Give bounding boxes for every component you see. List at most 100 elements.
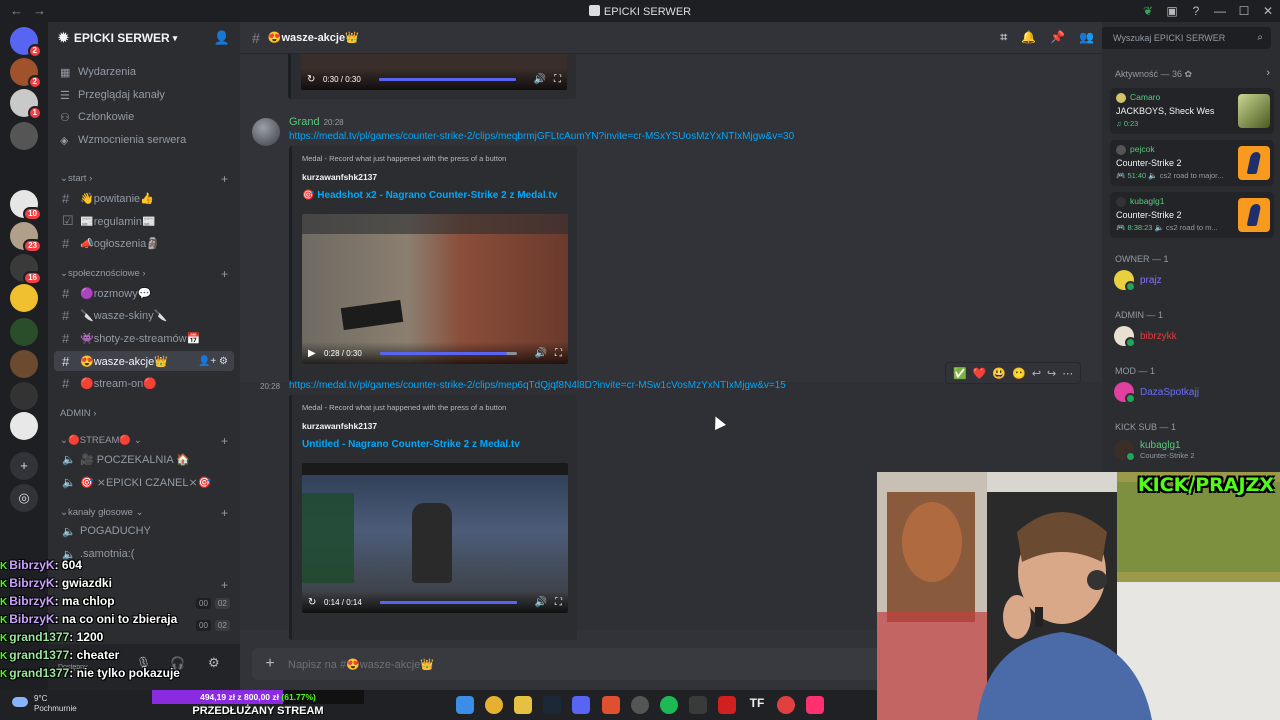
message-author[interactable]: Grand 20:28 (289, 116, 344, 128)
category-spolecznosciowe[interactable]: ⌄społecznościowe › (60, 268, 146, 279)
channel-settings-icon[interactable]: 👤+ ⚙ (198, 356, 228, 367)
explorer-icon[interactable] (514, 696, 532, 714)
guild-icon[interactable]: 1 (10, 89, 42, 120)
add-server-icon[interactable]: + (10, 452, 38, 480)
invite-icon[interactable]: 👤 (214, 30, 230, 46)
add-reaction-icon[interactable]: 😶 (1012, 367, 1026, 380)
video-player[interactable]: ↻ 0:14 / 0:14 🔊 ⛶ (302, 463, 568, 613)
pin-icon[interactable]: 📌 (1050, 30, 1065, 45)
volume-icon[interactable]: 🔊 (535, 597, 547, 608)
video-player[interactable]: ↻ 0:30 / 0:30 🔊 ⛶ (301, 54, 567, 90)
discord-icon[interactable] (572, 696, 590, 714)
channel-rozmowy[interactable]: # 🟣rozmowy💬 (54, 283, 234, 303)
help-icon[interactable]: ? (1184, 4, 1208, 18)
video-progress[interactable] (379, 77, 516, 81)
add-channel-icon[interactable]: + (221, 434, 228, 448)
chevron-right-icon[interactable]: › (1266, 67, 1270, 79)
add-channel-icon[interactable]: + (221, 172, 228, 186)
embed-author[interactable]: kurzawanfshk2137 (302, 421, 377, 431)
minimize-icon[interactable]: — (1208, 4, 1232, 18)
member-item[interactable]: DazaSpotkajj (1114, 380, 1199, 404)
video-player[interactable]: ▶ 0:28 / 0:30 🔊 ⛶ (302, 214, 568, 364)
app-icon-3[interactable] (777, 696, 795, 714)
guild-icon[interactable] (10, 412, 38, 440)
channel-wasze-skiny[interactable]: # 🔪wasze-skiny🔪 (54, 305, 234, 325)
more-icon[interactable]: ⋯ (1062, 367, 1073, 380)
close-icon[interactable]: ✕ (1256, 4, 1280, 18)
fullscreen-icon[interactable]: ⛶ (554, 74, 561, 85)
play-icon[interactable]: ▶ (308, 348, 324, 359)
smile-reaction-icon[interactable]: 😃 (992, 367, 1006, 380)
guild-icon[interactable]: 10 (10, 190, 42, 221)
embed-title[interactable]: 🎯 Headshot x2 - Nagrano Counter-Strike 2… (302, 190, 557, 201)
channel-regulamin[interactable]: ☑ 📰regulamin📰 (54, 211, 234, 231)
maximize-icon[interactable]: ☐ (1232, 4, 1256, 18)
attach-icon[interactable]: + (252, 655, 288, 673)
inbox-icon[interactable]: ▣ (1160, 4, 1184, 18)
fullscreen-icon[interactable]: ⛶ (555, 348, 562, 359)
guild-icon[interactable] (10, 284, 38, 312)
category-start[interactable]: ⌄start › (60, 173, 92, 184)
fullscreen-icon[interactable]: ⛶ (555, 597, 562, 608)
leaf-icon[interactable]: ❦ (1136, 4, 1160, 18)
forward-icon[interactable]: ↪ (1047, 367, 1056, 380)
add-channel-icon[interactable]: + (221, 506, 228, 520)
volume-icon[interactable]: 🔊 (535, 348, 547, 359)
reply-icon[interactable]: ↩ (1032, 367, 1041, 380)
video-progress[interactable] (380, 600, 517, 604)
browse-channels-link[interactable]: ☰ Przeglądaj kanały (60, 85, 165, 105)
replay-icon[interactable]: ↻ (308, 597, 324, 608)
guild-icon[interactable]: 16 (10, 254, 42, 285)
faceit-icon[interactable]: TF (748, 696, 766, 714)
add-channel-icon[interactable]: + (221, 578, 228, 592)
add-channel-icon[interactable]: + (221, 267, 228, 281)
guild-icon[interactable]: 2 (10, 27, 42, 58)
activity-card[interactable]: Camaro JACKBOYS, Sheck Wes ♫ 0:23 (1110, 88, 1274, 134)
members-link[interactable]: ⚇ Członkowie (60, 107, 134, 127)
boosts-link[interactable]: ◈ Wzmocnienia serwera (60, 130, 186, 150)
start-icon[interactable] (456, 696, 474, 714)
member-item[interactable]: bibrzykk (1114, 324, 1177, 348)
channel-shoty-ze-streamow[interactable]: # 👾shoty-ze-streamów📅 (54, 328, 234, 348)
category-stream[interactable]: ⌄🔴STREAM🔴 ⌄ (60, 435, 142, 446)
activity-card[interactable]: kubaglg1 Counter-Strike 2 🎮 8:38:23 🔈 cs… (1110, 192, 1274, 238)
voice-channel-pogaduchy[interactable]: 🔈 POGADUCHY (54, 521, 234, 541)
message-link[interactable]: https://medal.tv/pl/games/counter-strike… (289, 131, 794, 142)
channel-stream-on[interactable]: # 🔴stream-on🔴 (54, 373, 234, 393)
bell-icon[interactable]: 🔔 (1021, 30, 1036, 45)
events-link[interactable]: ▦ Wydarzenia (60, 62, 136, 82)
guild-icon[interactable]: 2 (10, 58, 42, 89)
category-admin[interactable]: ADMIN › (60, 408, 96, 419)
weather-widget[interactable]: 9°C Pochmurnie (12, 694, 77, 714)
video-progress[interactable] (380, 351, 517, 355)
guild-icon[interactable]: 23 (10, 222, 42, 253)
discover-icon[interactable]: ◎ (10, 484, 38, 512)
settings-icon[interactable]: ⚙ (208, 655, 220, 671)
tiktok-icon[interactable] (806, 696, 824, 714)
guild-icon[interactable] (10, 318, 38, 346)
app-icon-2[interactable] (718, 696, 736, 714)
heart-reaction-icon[interactable]: ❤️ (973, 367, 987, 380)
embed-author[interactable]: kurzawanfshk2137 (302, 172, 377, 182)
obs-icon[interactable] (631, 696, 649, 714)
channel-ogloszenia[interactable]: # 📣ogłoszenia🗿 (54, 233, 234, 253)
voice-channel-epicki-czanel[interactable]: 🔈 🎯 ⨯EPICKI CZANEL⨯🎯 (54, 472, 234, 492)
guild-icon[interactable] (10, 350, 38, 378)
shield-icon[interactable] (602, 696, 620, 714)
channel-powitanie[interactable]: # 👋powitanie👍 (54, 188, 234, 208)
member-list-icon[interactable]: 👥 (1079, 30, 1094, 45)
voice-channel-poczekalnia[interactable]: 🔈 🎥 POCZEKALNIA 🏠 (54, 449, 234, 469)
avatar[interactable] (252, 118, 280, 146)
volume-icon[interactable]: 🔊 (534, 74, 546, 85)
search-input[interactable]: Wyszukaj EPICKI SERWER ⌕ (1102, 27, 1271, 49)
threads-icon[interactable]: ⌗ (1000, 30, 1007, 45)
member-item[interactable]: prajz (1114, 268, 1162, 292)
chrome-icon[interactable] (485, 696, 503, 714)
server-header[interactable]: ✹ EPICKI SERWER ▾ 👤 (48, 22, 240, 54)
replay-icon[interactable]: ↻ (307, 74, 323, 85)
steam-icon[interactable] (543, 696, 561, 714)
app-icon[interactable] (689, 696, 707, 714)
category-kanaly-glosowe[interactable]: ⌄kanały głosowe ⌄ (60, 507, 144, 518)
guild-icon[interactable] (10, 382, 38, 410)
channel-wasze-akcje[interactable]: # 😍wasze-akcje👑 👤+ ⚙ (54, 351, 234, 371)
